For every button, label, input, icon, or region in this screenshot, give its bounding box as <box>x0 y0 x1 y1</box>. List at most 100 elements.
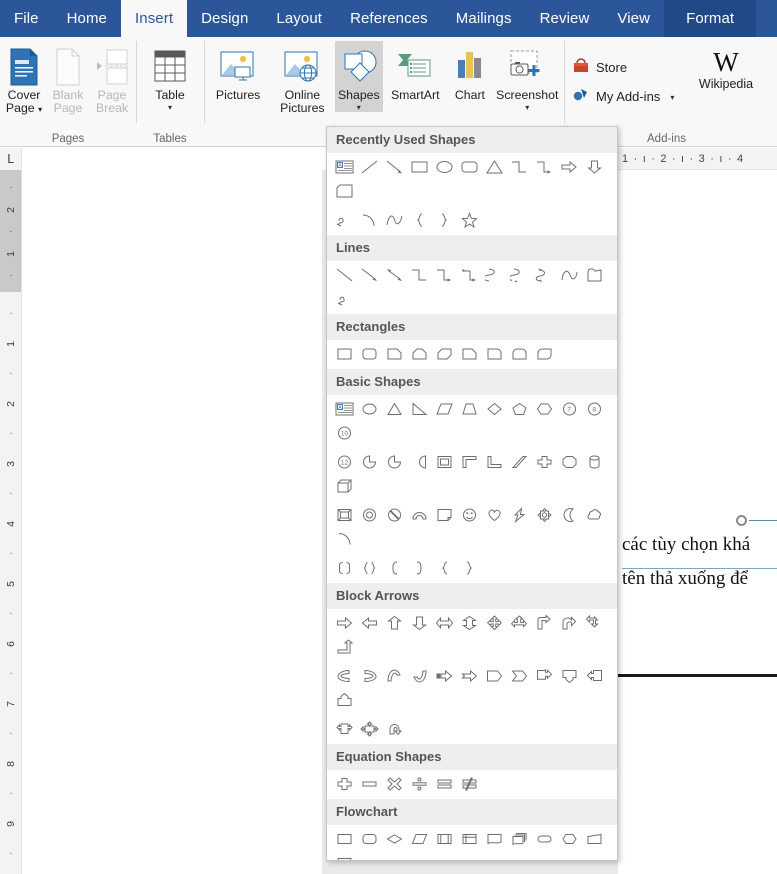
shape-multiply-sign[interactable] <box>382 772 407 796</box>
shape-quad-arrow[interactable] <box>482 611 507 635</box>
shape-rounded-rectangle[interactable] <box>357 342 382 366</box>
shape-flowchart-predefined-process[interactable] <box>432 827 457 851</box>
shape-line-arrow[interactable] <box>357 263 382 287</box>
shape-flowchart-card[interactable] <box>332 179 357 203</box>
shape-curved-connector[interactable] <box>482 263 507 287</box>
shape-l-shape[interactable] <box>457 450 482 474</box>
shape-diagonal-stripe[interactable] <box>507 450 532 474</box>
shape-snip-single-corner-rectangle[interactable] <box>382 342 407 366</box>
shape-double-brace[interactable] <box>357 556 382 580</box>
shape-elbow-connector[interactable] <box>507 155 532 179</box>
shape-right-arrow[interactable] <box>557 155 582 179</box>
shape-frame[interactable] <box>432 450 457 474</box>
shape-hexagon[interactable] <box>532 397 557 421</box>
shape-pentagon-arrow[interactable] <box>482 664 507 688</box>
tab-design[interactable]: Design <box>187 0 262 37</box>
shape-freeform-scribble[interactable] <box>332 208 357 232</box>
shape-heart[interactable] <box>482 503 507 527</box>
shape-bent-arrow[interactable] <box>532 611 557 635</box>
shape-cloud[interactable] <box>582 503 607 527</box>
horizontal-ruler[interactable]: 1 · ı · 2 · ı · 3 · ı · 4 <box>618 148 777 170</box>
shape-u-turn-arrow[interactable] <box>557 611 582 635</box>
tab-home[interactable]: Home <box>53 0 121 37</box>
shape-isosceles-triangle[interactable] <box>482 155 507 179</box>
shape-right-brace[interactable] <box>432 208 457 232</box>
shape-left-right-up-arrow[interactable] <box>507 611 532 635</box>
shape-oval[interactable] <box>357 397 382 421</box>
shape-rectangle[interactable] <box>332 342 357 366</box>
shape-line[interactable] <box>332 263 357 287</box>
shape-notched-right-arrow[interactable] <box>457 664 482 688</box>
shape-right-triangle[interactable] <box>407 397 432 421</box>
shape-left-up-arrow[interactable] <box>582 611 607 635</box>
shape-elbow-double-arrow-connector[interactable] <box>457 263 482 287</box>
shape-flowchart-document[interactable] <box>482 827 507 851</box>
shape-cylinder[interactable] <box>582 450 607 474</box>
tab-insert[interactable]: Insert <box>121 0 187 37</box>
shape-up-down-arrow[interactable] <box>457 611 482 635</box>
shape-rectangle[interactable] <box>407 155 432 179</box>
shape-horizontal-line[interactable] <box>622 568 777 569</box>
shape-text-box[interactable]: A <box>332 155 357 179</box>
vertical-ruler[interactable]: 2 1 · · · 1 2 3 4 5 6 7 8 9 10 11 · · · … <box>0 170 22 874</box>
shape-elbow-connector[interactable] <box>407 263 432 287</box>
shape-left-arrow[interactable] <box>357 611 382 635</box>
cover-page-button[interactable]: Cover Page ▾ <box>2 41 46 116</box>
tab-mailings[interactable]: Mailings <box>442 0 526 37</box>
shape-curved-right-arrow[interactable] <box>357 664 382 688</box>
shape-heptagon[interactable]: 7 <box>557 397 582 421</box>
shape-left-right-arrow[interactable] <box>432 611 457 635</box>
tab-references[interactable]: References <box>336 0 442 37</box>
shape-left-arrow-callout[interactable] <box>582 664 607 688</box>
chart-button[interactable]: Chart <box>447 41 492 102</box>
shape-left-right-arrow-callout[interactable] <box>332 717 357 741</box>
shape-sun[interactable] <box>532 503 557 527</box>
shape-flowchart-alternate-process[interactable] <box>357 827 382 851</box>
shape-flowchart-process[interactable] <box>332 827 357 851</box>
shape-cross[interactable] <box>532 450 557 474</box>
shape-round-single-corner-rectangle[interactable] <box>482 342 507 366</box>
shape-star-5-point[interactable] <box>457 208 482 232</box>
shape-left-brace[interactable] <box>407 208 432 232</box>
shape-line-double-arrow[interactable] <box>382 263 407 287</box>
shape-down-arrow[interactable] <box>582 155 607 179</box>
online-pictures-button[interactable]: Online Pictures <box>270 41 334 115</box>
shape-bent-up-arrow[interactable] <box>332 635 357 659</box>
shape-regular-octagon-star[interactable] <box>557 450 582 474</box>
shape-block-arc[interactable] <box>407 503 432 527</box>
tab-stop-selector[interactable]: L <box>0 148 22 170</box>
shape-l-shape-2[interactable] <box>482 450 507 474</box>
screenshot-button[interactable]: Screenshot ▾ <box>493 41 562 112</box>
shape-elbow-arrow-connector[interactable] <box>532 155 557 179</box>
shape-arc[interactable] <box>332 527 357 551</box>
shape-flowchart-manual-input[interactable] <box>582 827 607 851</box>
shapes-dropdown-caret[interactable]: ▾ <box>357 103 361 112</box>
shape-donut[interactable] <box>357 503 382 527</box>
shape-cube[interactable] <box>332 474 357 498</box>
shape-moon[interactable] <box>557 503 582 527</box>
document-page-bottom[interactable] <box>618 677 777 874</box>
table-button[interactable]: Table ▾ <box>138 41 202 112</box>
shape-quad-arrow-callout[interactable] <box>357 717 382 741</box>
shape-up-arrow-callout[interactable] <box>332 688 357 712</box>
shape-line[interactable] <box>357 155 382 179</box>
shape-right-brace[interactable] <box>457 556 482 580</box>
shape-flowchart-manual-operation[interactable] <box>332 851 357 861</box>
shapes-gallery-dropdown[interactable]: Recently Used Shapes A Lines <box>326 126 618 861</box>
shape-lightning-bolt[interactable] <box>507 503 532 527</box>
document-page-left[interactable] <box>22 170 322 874</box>
shape-snip-same-side-corner-rectangle[interactable] <box>407 342 432 366</box>
shape-dodecagon[interactable]: 12 <box>332 450 357 474</box>
shape-up-arrow[interactable] <box>382 611 407 635</box>
shape-curved-left-arrow[interactable] <box>332 664 357 688</box>
pictures-button[interactable]: Pictures <box>206 41 270 102</box>
shape-right-arrow-callout[interactable] <box>532 664 557 688</box>
shape-text-box[interactable]: A <box>332 397 357 421</box>
shape-flowchart-preparation[interactable] <box>557 827 582 851</box>
shape-equal-sign[interactable] <box>432 772 457 796</box>
shape-flowchart-multidocument[interactable] <box>507 827 532 851</box>
shape-flowchart-internal-storage[interactable] <box>457 827 482 851</box>
shape-parallelogram[interactable] <box>432 397 457 421</box>
shape-curved-arrow-connector[interactable] <box>507 263 532 287</box>
shape-plus-sign[interactable] <box>332 772 357 796</box>
